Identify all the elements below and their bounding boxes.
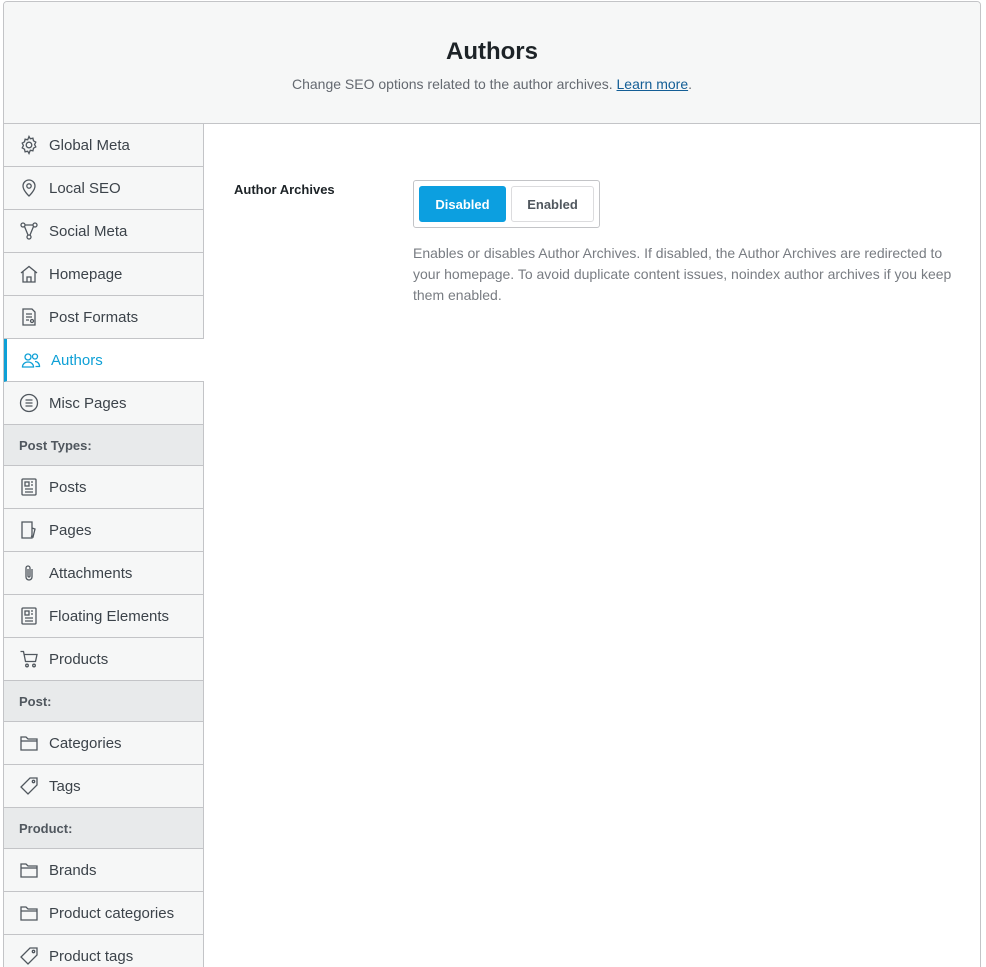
sidebar-item-brands[interactable]: Brands	[4, 849, 203, 892]
sidebar-item-label: Categories	[49, 734, 122, 752]
tag-icon	[19, 946, 39, 966]
sidebar-item-label: Product categories	[49, 904, 175, 922]
post-icon	[19, 606, 39, 626]
home-icon	[19, 264, 39, 284]
page-icon	[19, 520, 39, 540]
folder-icon	[19, 860, 39, 880]
subtitle-text: Change SEO options related to the author…	[291, 76, 613, 92]
sidebar-heading-product: Product:	[4, 808, 203, 849]
settings-panel: Authors Change SEO options related to th…	[3, 1, 981, 967]
sidebar-item-tags[interactable]: Tags	[4, 765, 203, 808]
tag-icon	[19, 776, 39, 796]
document-icon	[19, 307, 39, 327]
location-pin-icon	[19, 178, 39, 198]
sidebar-item-label: Local SEO	[49, 179, 121, 197]
author-archives-toggle: Disabled Enabled	[413, 180, 600, 228]
disabled-button[interactable]: Disabled	[419, 186, 506, 222]
folder-icon	[19, 903, 39, 923]
sidebar-item-pages[interactable]: Pages	[4, 509, 203, 552]
sidebar-item-categories[interactable]: Categories	[4, 722, 203, 765]
sidebar-item-label: Brands	[49, 861, 97, 879]
learn-more-link[interactable]: Learn more	[617, 76, 689, 92]
share-nodes-icon	[19, 221, 39, 241]
sidebar-item-label: Products	[49, 650, 109, 668]
settings-sidebar: Global Meta Local SEO Social Meta Homepa…	[4, 124, 204, 967]
gear-icon	[19, 135, 39, 155]
sidebar-item-label: Attachments	[49, 564, 133, 582]
page-header: Authors Change SEO options related to th…	[4, 2, 980, 124]
sidebar-item-social-meta[interactable]: Social Meta	[4, 210, 203, 253]
sidebar-item-floating-elements[interactable]: Floating Elements	[4, 595, 203, 638]
sidebar-item-authors[interactable]: Authors	[4, 339, 204, 382]
sidebar-item-posts[interactable]: Posts	[4, 466, 203, 509]
post-icon	[19, 477, 39, 497]
page-subtitle: Change SEO options related to the author…	[4, 76, 980, 92]
sidebar-item-product-categories[interactable]: Product categories	[4, 892, 203, 935]
sidebar-item-product-tags[interactable]: Product tags	[4, 935, 203, 967]
sidebar-item-misc-pages[interactable]: Misc Pages	[4, 382, 203, 425]
author-archives-description: Enables or disables Author Archives. If …	[413, 245, 952, 303]
enabled-button[interactable]: Enabled	[511, 186, 594, 222]
sidebar-item-label: Floating Elements	[49, 607, 170, 625]
paperclip-icon	[19, 563, 39, 583]
sidebar-item-global-meta[interactable]: Global Meta	[4, 124, 203, 167]
folder-icon	[19, 733, 39, 753]
sidebar-item-attachments[interactable]: Attachments	[4, 552, 203, 595]
sidebar-item-label: Misc Pages	[49, 394, 127, 412]
sidebar-heading-post-types: Post Types:	[4, 425, 203, 466]
sidebar-heading-post: Post:	[4, 681, 203, 722]
sidebar-item-label: Product tags	[49, 947, 134, 965]
cart-icon	[19, 649, 39, 669]
sidebar-item-label: Homepage	[49, 265, 123, 283]
sidebar-item-label: Pages	[49, 521, 92, 539]
sidebar-item-label: Tags	[49, 777, 81, 795]
sidebar-item-products[interactable]: Products	[4, 638, 203, 681]
sidebar-item-label: Post Formats	[49, 308, 139, 326]
list-circle-icon	[19, 393, 39, 413]
page-title: Authors	[446, 38, 538, 65]
users-icon	[21, 350, 41, 370]
subtitle-period: .	[688, 76, 692, 92]
sidebar-item-local-seo[interactable]: Local SEO	[4, 167, 203, 210]
sidebar-item-label: Authors	[51, 351, 103, 369]
main-content: Author Archives Disabled Enabled Enables…	[204, 124, 980, 967]
sidebar-item-label: Social Meta	[49, 222, 128, 240]
sidebar-item-homepage[interactable]: Homepage	[4, 253, 203, 296]
sidebar-item-label: Global Meta	[49, 136, 130, 154]
sidebar-item-post-formats[interactable]: Post Formats	[4, 296, 203, 339]
author-archives-label: Author Archives	[234, 182, 335, 197]
sidebar-item-label: Posts	[49, 478, 87, 496]
